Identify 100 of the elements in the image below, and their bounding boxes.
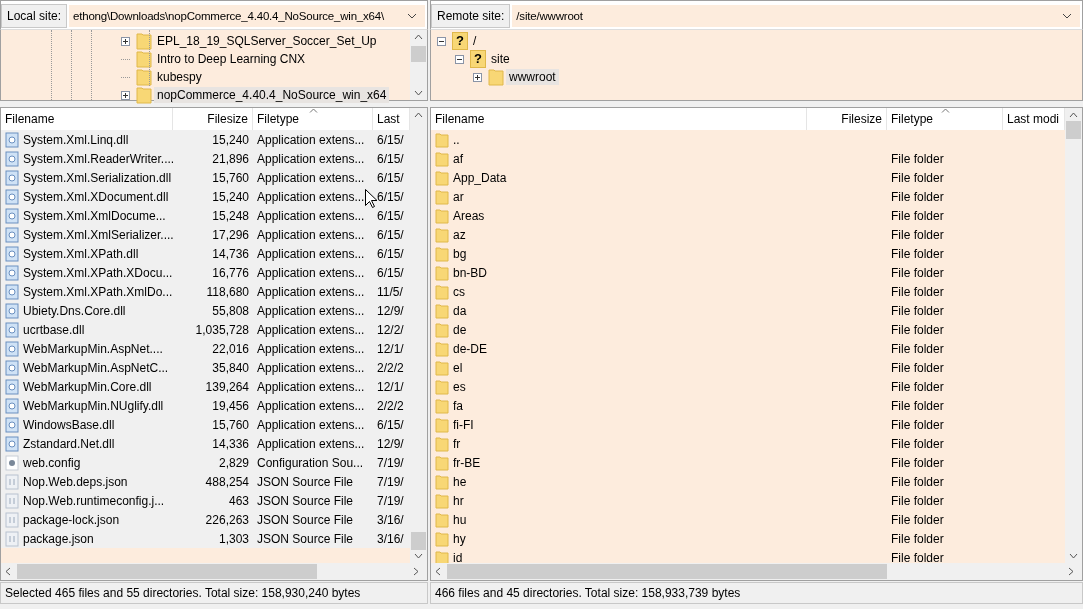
file-row[interactable]: af File folder bbox=[431, 149, 1065, 168]
json-file-icon bbox=[5, 511, 19, 528]
dll-file-icon bbox=[5, 340, 19, 357]
folder-icon bbox=[435, 340, 449, 357]
file-row[interactable]: System.Xml.ReaderWriter.... 21,896 Application extens... 6/15/ bbox=[1, 149, 410, 168]
file-row[interactable]: Nop.Web.runtimeconfig.j... 463 JSON Source File 7/19/ bbox=[1, 491, 410, 510]
folder-tree-item[interactable]: nopCommerce_4.40.4_NoSource_win_x64 bbox=[154, 87, 390, 103]
filename-cell: hy bbox=[453, 531, 466, 546]
filetype-cell: Application extens... bbox=[257, 265, 365, 280]
modified-cell: 6/15/ bbox=[377, 170, 404, 185]
horizontal-scrollbar[interactable] bbox=[431, 563, 1082, 580]
scrollbar-thumb[interactable] bbox=[17, 564, 317, 579]
file-row[interactable]: package.json 1,303 JSON Source File 3/16/ bbox=[1, 529, 410, 548]
folder-icon bbox=[435, 492, 449, 509]
filename-cell: ucrtbase.dll bbox=[23, 322, 85, 337]
file-row[interactable]: fa File folder bbox=[431, 396, 1065, 415]
file-row[interactable]: fi-FI File folder bbox=[431, 415, 1065, 434]
file-row[interactable]: System.Xml.Serialization.dll 15,760 Application extens... 6/15/ bbox=[1, 168, 410, 187]
folder-tree-item[interactable]: wwwroot bbox=[506, 69, 559, 85]
filetype-cell: File folder bbox=[891, 151, 944, 166]
file-row[interactable]: az File folder bbox=[431, 225, 1065, 244]
file-row[interactable]: el File folder bbox=[431, 358, 1065, 377]
vertical-scrollbar[interactable] bbox=[1065, 108, 1082, 563]
expand-icon[interactable] bbox=[121, 90, 130, 100]
scrollbar-thumb[interactable] bbox=[447, 564, 887, 579]
file-row[interactable]: es File folder bbox=[431, 377, 1065, 396]
modified-cell: 12/1/ bbox=[377, 341, 404, 356]
filetype-cell: Application extens... bbox=[257, 227, 365, 242]
filetype-cell: Application extens... bbox=[257, 303, 365, 318]
modified-cell: 11/5/ bbox=[377, 284, 403, 299]
file-row[interactable]: System.Xml.XPath.XDocu... 16,776 Application extens... 6/15/ bbox=[1, 263, 410, 282]
horizontal-scrollbar[interactable] bbox=[1, 563, 427, 580]
folder-tree-item[interactable]: EPL_18_19_SQLServer_Soccer_Set_Up bbox=[154, 33, 380, 49]
file-row[interactable]: Areas File folder bbox=[431, 206, 1065, 225]
expand-icon[interactable] bbox=[121, 36, 130, 46]
folder-tree-item[interactable]: kubespy bbox=[154, 69, 205, 85]
scrollbar-thumb[interactable] bbox=[1066, 121, 1081, 139]
file-row[interactable]: cs File folder bbox=[431, 282, 1065, 301]
file-row[interactable]: System.Xml.Linq.dll 15,240 Application extens... 6/15/ bbox=[1, 130, 410, 149]
file-row[interactable]: ucrtbase.dll 1,035,728 Application extens... 12/2/ bbox=[1, 320, 410, 339]
file-row[interactable]: System.Xml.XPath.XmlDo... 118,680 Application extens... 11/5/ bbox=[1, 282, 410, 301]
file-row[interactable]: WindowsBase.dll 15,760 Application extens... 6/15/ bbox=[1, 415, 410, 434]
file-row[interactable]: System.Xml.XPath.dll 14,736 Application extens... 6/15/ bbox=[1, 244, 410, 263]
dll-file-icon bbox=[5, 207, 19, 224]
folder-tree-item[interactable]: / bbox=[470, 33, 480, 49]
file-row[interactable]: he File folder bbox=[431, 472, 1065, 491]
modified-cell: 6/15/ bbox=[377, 189, 404, 204]
scrollbar-thumb[interactable] bbox=[411, 46, 426, 62]
filetype-cell: File folder bbox=[891, 512, 944, 527]
file-row[interactable]: .. bbox=[431, 130, 1065, 149]
folder-tree-item[interactable]: Intro to Deep Learning CNX bbox=[154, 51, 309, 67]
file-row[interactable]: bn-BD File folder bbox=[431, 263, 1065, 282]
file-row[interactable]: Ubiety.Dns.Core.dll 55,808 Application extens... 12/9/ bbox=[1, 301, 410, 320]
file-row[interactable]: Nop.Web.deps.json 488,254 JSON Source File 7/19/ bbox=[1, 472, 410, 491]
file-row[interactable]: System.Xml.XmlSerializer.... 17,296 Application extens... 6/15/ bbox=[1, 225, 410, 244]
filetype-cell: File folder bbox=[891, 303, 944, 318]
file-row[interactable]: Zstandard.Net.dll 14,336 Application extens... 12/9/ bbox=[1, 434, 410, 453]
filetype-cell: File folder bbox=[891, 474, 944, 489]
file-row[interactable]: de-DE File folder bbox=[431, 339, 1065, 358]
file-row[interactable]: WebMarkupMin.AspNet.... 22,016 Application extens... 12/1/ bbox=[1, 339, 410, 358]
file-row[interactable]: id File folder bbox=[431, 548, 1065, 563]
path-field[interactable]: /site/wwwroot bbox=[512, 5, 1080, 27]
filename-cell: WebMarkupMin.Core.dll bbox=[23, 379, 152, 394]
file-row[interactable]: App_Data File folder bbox=[431, 168, 1065, 187]
column-header[interactable]: Filename bbox=[431, 108, 807, 130]
file-row[interactable]: package-lock.json 226,263 JSON Source File 3/16/ bbox=[1, 510, 410, 529]
file-row[interactable]: WebMarkupMin.NUglify.dll 19,456 Application extens... 2/2/2 bbox=[1, 396, 410, 415]
scrollbar-thumb[interactable] bbox=[411, 532, 426, 550]
file-row[interactable]: hr File folder bbox=[431, 491, 1065, 510]
expand-icon[interactable] bbox=[473, 72, 482, 82]
file-row[interactable]: WebMarkupMin.Core.dll 139,264 Application extens... 12/1/ bbox=[1, 377, 410, 396]
file-row[interactable]: System.Xml.XDocument.dll 15,240 Application extens... 6/15/ bbox=[1, 187, 410, 206]
filesize-cell: 14,736 bbox=[212, 246, 249, 261]
collapse-icon[interactable] bbox=[437, 36, 446, 46]
filetype-cell: JSON Source File bbox=[257, 512, 354, 527]
filename-cell: hr bbox=[453, 493, 464, 508]
file-row[interactable]: fr-BE File folder bbox=[431, 453, 1065, 472]
column-header[interactable]: Filetype bbox=[887, 108, 1003, 130]
file-row[interactable]: bg File folder bbox=[431, 244, 1065, 263]
vertical-scrollbar[interactable] bbox=[410, 30, 427, 100]
filename-cell: package.json bbox=[23, 531, 94, 546]
file-row[interactable]: de File folder bbox=[431, 320, 1065, 339]
collapse-icon[interactable] bbox=[455, 54, 464, 64]
file-row[interactable]: fr File folder bbox=[431, 434, 1065, 453]
modified-cell: 6/15/ bbox=[377, 208, 404, 223]
path-field[interactable]: ethong\Downloads\nopCommerce_4.40.4_NoSource_win_x64\ bbox=[69, 5, 425, 27]
column-header[interactable]: Filesize bbox=[807, 108, 887, 130]
folder-tree-item[interactable]: site bbox=[488, 51, 513, 67]
folder-icon bbox=[435, 226, 449, 243]
filename-cell: az bbox=[453, 227, 466, 242]
file-row[interactable]: hy File folder bbox=[431, 529, 1065, 548]
filetype-cell: File folder bbox=[891, 189, 944, 204]
file-row[interactable]: WebMarkupMin.AspNetC... 35,840 Application extens... 2/2/2 bbox=[1, 358, 410, 377]
file-row[interactable]: System.Xml.XmlDocume... 15,248 Application extens... 6/15/ bbox=[1, 206, 410, 225]
file-row[interactable]: ar File folder bbox=[431, 187, 1065, 206]
file-row[interactable]: hu File folder bbox=[431, 510, 1065, 529]
filename-cell: web.config bbox=[23, 455, 81, 470]
file-row[interactable]: web.config 2,829 Configuration Sou... 7/19/ bbox=[1, 453, 410, 472]
file-row[interactable]: da File folder bbox=[431, 301, 1065, 320]
filetype-cell: Application extens... bbox=[257, 246, 365, 261]
